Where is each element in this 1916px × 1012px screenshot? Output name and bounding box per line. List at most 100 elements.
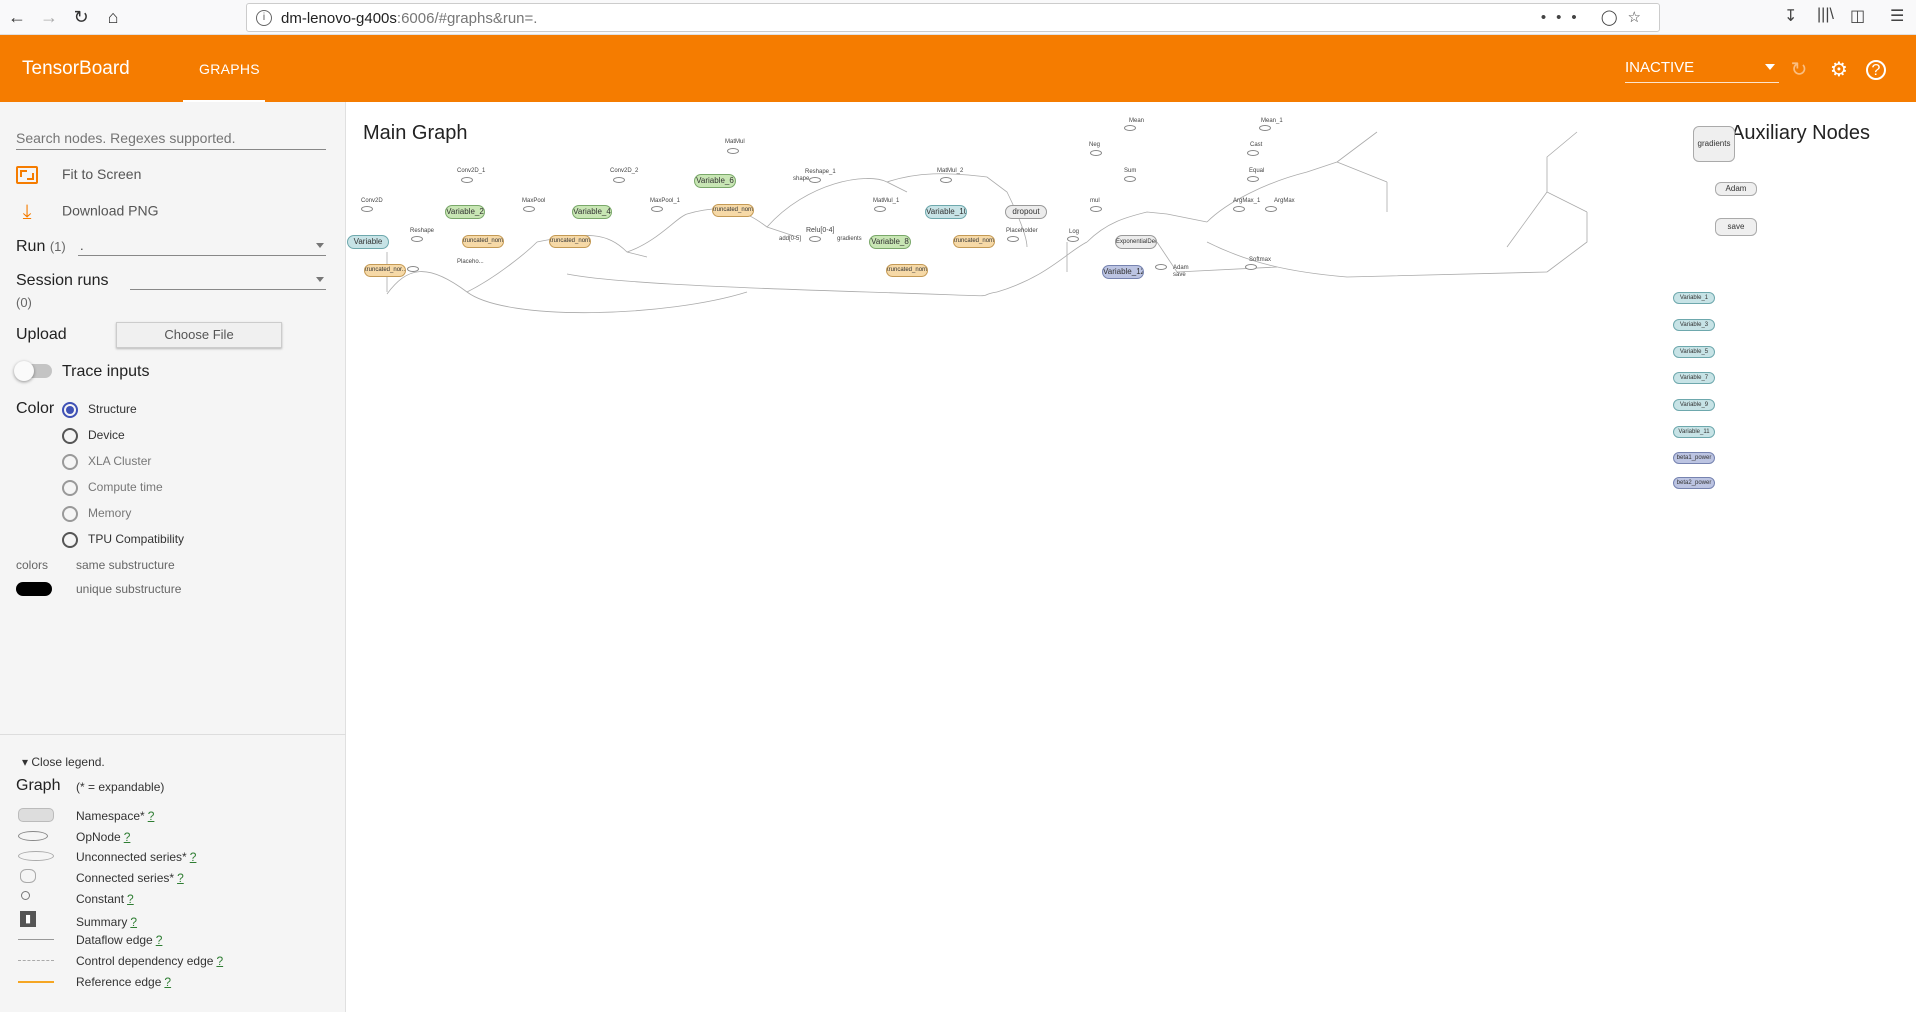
graph-node-truncated-normal-4[interactable]: truncated_normal... [886,264,928,277]
graph-node-exponential-decay[interactable]: ExponentialDec... [1115,235,1157,249]
plugin-select[interactable]: INACTIVE [1625,59,1779,83]
graph-node-relu[interactable]: Relu[0-4] [806,227,834,234]
op-node[interactable] [809,236,821,242]
back-arrow-icon[interactable]: ← [4,5,30,29]
op-label[interactable]: Reshape_1 [805,169,836,175]
op-label[interactable]: MatMul_1 [873,198,899,204]
aux-node-variable-9[interactable]: Variable_9 [1673,399,1715,411]
library-icon[interactable]: |||\ [1817,6,1834,24]
op-label[interactable]: MaxPool [522,198,545,204]
op-node[interactable] [1247,176,1259,182]
color-option-structure[interactable]: Structure [62,402,137,418]
refresh-icon[interactable]: ↻ [1786,57,1812,83]
graph-node-variable-2[interactable]: Variable_2 [445,205,485,219]
color-option-device[interactable]: Device [62,428,125,444]
op-node[interactable] [361,206,373,212]
graph-node-truncated-normal-5[interactable]: truncated_normal... [953,235,995,248]
op-node[interactable] [1090,206,1102,212]
graph-node-variable-6[interactable]: Variable_6 [694,174,736,188]
op-label[interactable]: Placeho... [457,259,484,265]
op-node[interactable] [1124,176,1136,182]
graph-node-variable-10[interactable]: Variable_10 [925,205,967,219]
op-label[interactable]: Mean_1 [1261,118,1283,124]
aux-node-variable-7[interactable]: Variable_7 [1673,372,1715,384]
aux-node-gradients[interactable]: gradients [1693,126,1735,162]
op-label[interactable]: ArgMax [1274,198,1295,204]
gear-icon[interactable]: ⚙ [1826,57,1852,83]
op-node[interactable] [461,177,473,183]
page-actions[interactable]: ••• ◯☆ [1541,8,1651,26]
help-link[interactable]: ? [164,975,171,989]
aux-node-variable-5[interactable]: Variable_5 [1673,346,1715,358]
graph-node-variable-12[interactable]: Variable_12 [1102,265,1144,279]
op-node[interactable] [411,236,423,242]
session-runs-select[interactable] [130,270,326,290]
op-label[interactable]: Softmax [1249,257,1271,263]
op-node[interactable] [1265,206,1277,212]
op-label[interactable]: gradients [837,236,862,242]
op-node[interactable] [727,148,739,154]
sidebar-icon[interactable]: ◫ [1850,6,1865,26]
help-link[interactable]: ? [124,830,131,844]
help-link[interactable]: ? [148,809,155,823]
graph-node-variable[interactable]: Variable [347,235,389,249]
op-node[interactable] [1247,150,1259,156]
bookmark-star-icon[interactable]: ☆ [1628,9,1651,26]
op-label[interactable]: shape [793,176,809,182]
graph-node-truncated-normal-1[interactable]: truncated_normal... [462,235,504,248]
op-node[interactable] [1007,236,1019,242]
op-label[interactable]: Cast [1250,142,1262,148]
op-node[interactable] [940,177,952,183]
address-bar[interactable]: i dm-lenovo-g400s:6006/#graphs&run=. •••… [246,3,1660,32]
op-node[interactable] [523,206,535,212]
run-select[interactable]: . [78,236,326,256]
home-icon[interactable]: ⌂ [100,5,126,29]
color-option-tpu[interactable]: TPU Compatibility [62,532,184,548]
close-legend-button[interactable]: ▾ Close legend. [22,755,105,769]
aux-node-adam[interactable]: Adam [1715,182,1757,196]
op-label[interactable]: Equal [1249,168,1264,174]
op-label[interactable]: Reshape [410,228,434,234]
op-label[interactable]: Adam [1173,265,1189,271]
op-node[interactable] [1155,264,1167,270]
op-label[interactable]: Conv2D_2 [610,168,638,174]
graph-node-truncated-normal-2[interactable]: truncated_normal... [549,235,591,248]
op-node[interactable] [1259,125,1271,131]
op-node[interactable] [1067,236,1079,242]
op-node[interactable] [407,266,419,272]
trace-inputs-toggle[interactable] [14,361,52,381]
aux-node-variable-3[interactable]: Variable_3 [1673,319,1715,331]
op-node[interactable] [613,177,625,183]
op-label[interactable]: Mean [1129,118,1144,124]
download-icon[interactable]: ↧ [1784,6,1797,26]
graph-node-variable-4[interactable]: Variable_4 [572,205,612,219]
op-label[interactable]: Log [1069,229,1079,235]
help-link[interactable]: ? [216,954,223,968]
graph-node-truncated-normal-3[interactable]: truncated_normal... [712,204,754,217]
help-link[interactable]: ? [127,892,134,906]
help-link[interactable]: ? [130,915,137,929]
choose-file-button[interactable]: Choose File [116,322,282,348]
op-node[interactable] [1090,150,1102,156]
graph-node-truncated-normal[interactable]: truncated_nor... [364,264,406,277]
fit-to-screen-button[interactable]: Fit to Screen [16,166,141,185]
pocket-icon[interactable]: ◯ [1601,9,1628,26]
graph-canvas[interactable]: Main Graph Auxiliary Nodes Variable Vari… [347,102,1916,1012]
op-label[interactable]: MatMul_2 [937,168,963,174]
op-label[interactable]: add[0-5] [779,236,801,242]
more-icon[interactable]: ••• [1541,9,1587,26]
op-label[interactable]: MaxPool_1 [650,198,680,204]
op-label[interactable]: Neg [1089,142,1100,148]
op-label[interactable]: save [1173,272,1186,278]
help-link[interactable]: ? [156,933,163,947]
help-icon[interactable]: ? [1866,60,1886,80]
aux-node-variable-1[interactable]: Variable_1 [1673,292,1715,304]
tab-graphs[interactable]: GRAPHS [199,61,260,77]
aux-node-beta2-power[interactable]: beta2_power [1673,477,1715,489]
download-png-button[interactable]: ⤓ Download PNG [16,202,159,222]
search-input[interactable] [16,126,326,150]
menu-icon[interactable]: ☰ [1890,6,1904,26]
op-node[interactable] [1124,125,1136,131]
reload-icon[interactable]: ↻ [68,5,94,29]
aux-node-beta1-power[interactable]: beta1_power [1673,452,1715,464]
